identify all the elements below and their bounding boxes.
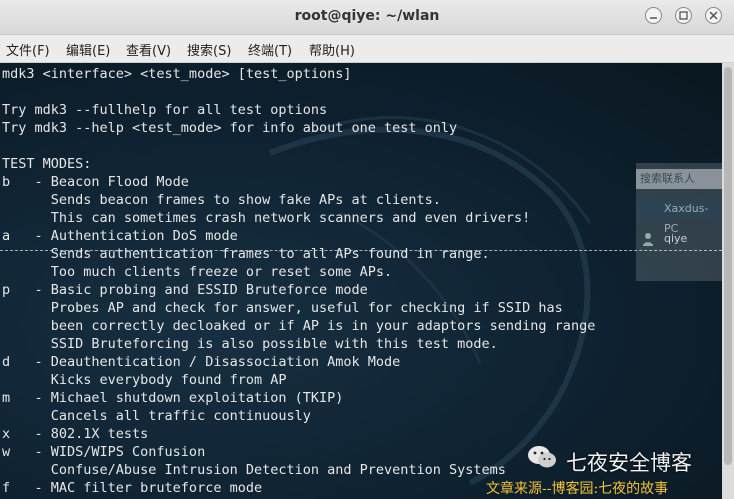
maximize-button[interactable] bbox=[675, 7, 692, 24]
maximize-icon bbox=[679, 11, 688, 20]
terminal-area[interactable]: 搜索联系人 Xaxdus-PC qiye mdk3 <interface> <t… bbox=[0, 63, 722, 499]
terminal-line: d - Deauthentication / Disassociation Am… bbox=[2, 354, 401, 370]
menu-help[interactable]: 帮助(H) bbox=[309, 40, 355, 59]
contacts-panel-overlay: 搜索联系人 Xaxdus-PC qiye bbox=[636, 163, 722, 281]
contact-search-input[interactable]: 搜索联系人 bbox=[636, 169, 722, 189]
terminal-line: Cancels all traffic continuously bbox=[2, 408, 311, 424]
terminal-line: Confuse/Abuse Intrusion Detection and Pr… bbox=[2, 462, 506, 478]
user-icon bbox=[643, 233, 653, 246]
contact-user-item[interactable]: qiye bbox=[636, 229, 722, 249]
terminal-line: Kicks everybody found from AP bbox=[2, 372, 287, 388]
menu-search[interactable]: 搜索(S) bbox=[187, 40, 231, 59]
terminal-line: x - 802.1X tests bbox=[2, 426, 149, 442]
terminal-output: mdk3 <interface> <test_mode> [test_optio… bbox=[2, 65, 595, 497]
wechat-icon bbox=[528, 446, 556, 468]
terminal-line: Try mdk3 --fullhelp for all test options bbox=[2, 102, 328, 118]
terminal-line: b - Beacon Flood Mode bbox=[2, 174, 189, 190]
window-titlebar[interactable]: root@qiye: ~/wlan bbox=[0, 0, 734, 35]
terminal-line: TEST MODES: bbox=[2, 156, 92, 172]
contact-group-item[interactable]: Xaxdus-PC bbox=[636, 199, 722, 235]
menu-file[interactable]: 文件(F) bbox=[6, 40, 50, 59]
terminal-line: Probes AP and check for answer, useful f… bbox=[2, 300, 563, 316]
menu-bar: 文件(F) 编辑(E) 查看(V) 搜索(S) 终端(T) 帮助(H) bbox=[0, 35, 734, 63]
contact-user-label: qiye bbox=[664, 232, 688, 245]
terminal-line: Sends authentication frames to all APs f… bbox=[2, 246, 490, 262]
terminal-line: p - Basic probing and ESSID Bruteforce m… bbox=[2, 282, 368, 298]
terminal-line: a - Authentication DoS mode bbox=[2, 228, 238, 244]
watermark-source: 文章来源--博客园:七夜的故事 bbox=[486, 481, 669, 497]
terminal-line: been correctly decloaked or if AP is in … bbox=[2, 318, 596, 334]
minimize-button[interactable] bbox=[645, 7, 662, 24]
terminal-line: m - Michael shutdown exploitation (TKIP) bbox=[2, 390, 344, 406]
terminal-line: Too much clients freeze or reset some AP… bbox=[2, 264, 393, 280]
scrollbar-thumb[interactable] bbox=[724, 67, 732, 465]
window-title: root@qiye: ~/wlan bbox=[294, 8, 440, 24]
terminal-line: SSID Bruteforcing is also possible with … bbox=[2, 336, 498, 352]
minimize-icon bbox=[650, 17, 657, 19]
close-icon bbox=[709, 11, 718, 20]
menu-edit[interactable]: 编辑(E) bbox=[66, 40, 110, 59]
terminal-line: This can sometimes crash network scanner… bbox=[2, 210, 531, 226]
close-button[interactable] bbox=[705, 7, 722, 24]
terminal-line: Sends beacon frames to show fake APs at … bbox=[2, 192, 441, 208]
watermark-blog-name: 七夜安全博客 bbox=[566, 451, 692, 475]
terminal-line: mdk3 <interface> <test_mode> [test_optio… bbox=[2, 66, 352, 82]
terminal-line: Try mdk3 --help <test_mode> for info abo… bbox=[2, 120, 458, 136]
terminal-line: w - WIDS/WIPS Confusion bbox=[2, 444, 206, 460]
terminal-scrollbar[interactable] bbox=[722, 63, 734, 499]
menu-terminal[interactable]: 终端(T) bbox=[248, 40, 292, 59]
menu-view[interactable]: 查看(V) bbox=[126, 40, 171, 59]
